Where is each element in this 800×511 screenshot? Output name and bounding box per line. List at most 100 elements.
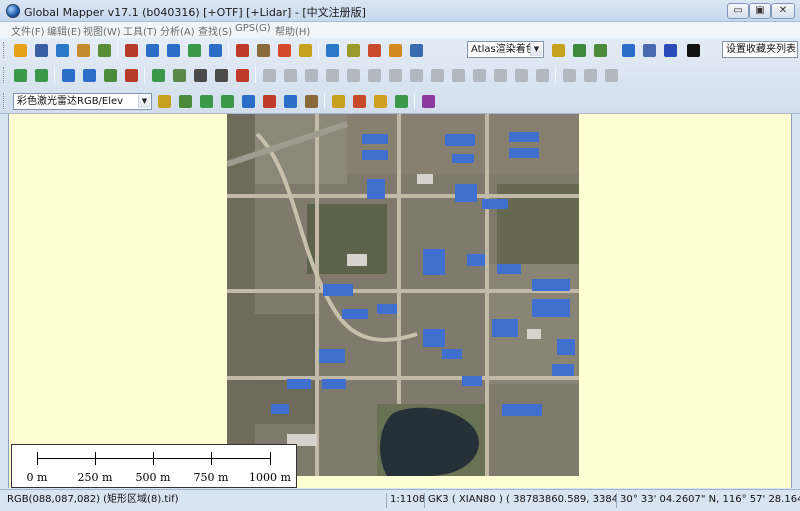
row2-tool-2-icon[interactable] (31, 65, 51, 85)
tool-glyph (236, 69, 249, 82)
row1-tool-18-icon[interactable] (385, 40, 405, 60)
tool-glyph (35, 69, 48, 82)
row2-tool-16-icon[interactable] (343, 65, 363, 85)
row1-tool-25-icon[interactable] (660, 40, 680, 60)
row2-tool-6-icon[interactable] (121, 65, 141, 85)
row2-tool-13-icon[interactable] (280, 65, 300, 85)
row1-tool-23-icon[interactable] (618, 40, 638, 60)
tool-glyph (326, 69, 339, 82)
row2-tool-15-icon[interactable] (322, 65, 342, 85)
map-canvas[interactable]: 0 m 250 m 500 m 750 m 1000 m (8, 114, 792, 488)
row3-shader-tool-2-icon[interactable] (175, 91, 195, 111)
row2-tool-24-icon[interactable] (511, 65, 531, 85)
pixel-info: RGB(088,087,082) (矩形区域(8).tif) (7, 494, 179, 505)
shader-select[interactable]: Atlas渲染着色 ▼ (467, 41, 544, 58)
tool-glyph (14, 44, 27, 57)
row2-tool-22-icon[interactable] (469, 65, 489, 85)
row2-tool-18-icon[interactable] (385, 65, 405, 85)
row1-tool-20-icon[interactable] (548, 40, 568, 60)
row1-tool-16-icon[interactable] (343, 40, 363, 60)
row1-tool-3-icon[interactable] (52, 40, 72, 60)
tool-glyph (77, 44, 90, 57)
minimize-button[interactable]: ▭ (727, 3, 749, 19)
row2-tool-1-icon[interactable] (10, 65, 30, 85)
row1-tool-14-icon[interactable] (295, 40, 315, 60)
tool-glyph (410, 44, 423, 57)
row1-tool-17-icon[interactable] (364, 40, 384, 60)
row3-shader-tool-13-icon[interactable] (418, 91, 438, 111)
row1-tool-19-icon[interactable] (406, 40, 426, 60)
menu-search[interactable]: 查找(S) (198, 23, 232, 38)
row2-tool-11-icon[interactable] (232, 65, 252, 85)
menu-gps[interactable]: GPS(G) (235, 23, 271, 34)
row2-tool-10-icon[interactable] (211, 65, 231, 85)
maximize-button[interactable]: ▣ (749, 3, 771, 19)
row1-tool-24-icon[interactable] (639, 40, 659, 60)
close-button[interactable]: ✕ (771, 3, 795, 19)
row2-tool-14-icon[interactable] (301, 65, 321, 85)
row1-tool-26-icon[interactable] (683, 40, 703, 60)
row3-shader-tool-7-icon[interactable] (280, 91, 300, 111)
row2-tool-28-icon[interactable] (601, 65, 621, 85)
row3-shader-tool-4-icon[interactable] (217, 91, 237, 111)
favorites-list[interactable]: 设置收藏夹列表... (722, 41, 798, 58)
tool-glyph (98, 44, 111, 57)
row3-shader-tool-9-icon[interactable] (328, 91, 348, 111)
row1-tool-2-icon[interactable] (31, 40, 51, 60)
row1-tool-15-icon[interactable] (322, 40, 342, 60)
toolbar-grip[interactable] (3, 42, 6, 58)
row1-tool-11-icon[interactable] (232, 40, 252, 60)
row1-tool-6-icon[interactable] (121, 40, 141, 60)
row1-tool-12-icon[interactable] (253, 40, 273, 60)
row3-shader-tool-10-icon[interactable] (349, 91, 369, 111)
row2-tool-23-icon[interactable] (490, 65, 510, 85)
menu-help[interactable]: 帮助(H) (275, 23, 310, 38)
row2-tool-12-icon[interactable] (259, 65, 279, 85)
row2-tool-3-icon[interactable] (58, 65, 78, 85)
row2-tool-7-icon[interactable] (148, 65, 168, 85)
toolbar-grip[interactable] (3, 67, 6, 83)
projection-coords: GK3 ( XIAN80 ) ( 38783860.589, 3384944.0… (424, 493, 616, 508)
row1-tool-21-icon[interactable] (569, 40, 589, 60)
menu-analysis[interactable]: 分析(A) (160, 23, 195, 38)
row3-shader-tool-11-icon[interactable] (370, 91, 390, 111)
row1-tool-4-icon[interactable] (73, 40, 93, 60)
row1-tool-7-icon[interactable] (142, 40, 162, 60)
menu-file[interactable]: 文件(F) (11, 23, 45, 38)
row3-shader-tool-8-icon[interactable] (301, 91, 321, 111)
row1-tool-5-icon[interactable] (94, 40, 114, 60)
chevron-down-icon[interactable]: ▼ (138, 95, 150, 108)
toolbar-grip[interactable] (3, 93, 6, 109)
row1-tool-10-icon[interactable] (205, 40, 225, 60)
chevron-down-icon[interactable]: ▼ (530, 43, 542, 56)
tool-glyph (643, 44, 656, 57)
menu-edit[interactable]: 编辑(E) (47, 23, 81, 38)
row3-shader-tool-6-icon[interactable] (259, 91, 279, 111)
row1-tool-13-icon[interactable] (274, 40, 294, 60)
row1-tool-1-icon[interactable] (10, 40, 30, 60)
row1-tool-8-icon[interactable] (163, 40, 183, 60)
toolbar-separator (414, 93, 415, 109)
row2-tool-21-icon[interactable] (448, 65, 468, 85)
row2-tool-20-icon[interactable] (427, 65, 447, 85)
row3-shader-tool-1-icon[interactable] (154, 91, 174, 111)
menu-view[interactable]: 视图(W) (83, 23, 121, 38)
row2-tool-4-icon[interactable] (79, 65, 99, 85)
row2-tool-9-icon[interactable] (190, 65, 210, 85)
app-globe-icon (6, 4, 20, 18)
row3-shader-tool-3-icon[interactable] (196, 91, 216, 111)
menu-tools[interactable]: 工具(T) (123, 23, 157, 38)
row2-tool-25-icon[interactable] (532, 65, 552, 85)
row2-tool-17-icon[interactable] (364, 65, 384, 85)
palette-select[interactable]: 彩色激光雷达RGB/Elev ▼ (13, 93, 152, 110)
row2-tool-8-icon[interactable] (169, 65, 189, 85)
row1-tool-22-icon[interactable] (590, 40, 610, 60)
row2-tool-19-icon[interactable] (406, 65, 426, 85)
row2-tool-26-icon[interactable] (559, 65, 579, 85)
row2-tool-27-icon[interactable] (580, 65, 600, 85)
toolbar-separator (318, 42, 319, 58)
row1-tool-9-icon[interactable] (184, 40, 204, 60)
row3-shader-tool-5-icon[interactable] (238, 91, 258, 111)
row2-tool-5-icon[interactable] (100, 65, 120, 85)
row3-shader-tool-12-icon[interactable] (391, 91, 411, 111)
